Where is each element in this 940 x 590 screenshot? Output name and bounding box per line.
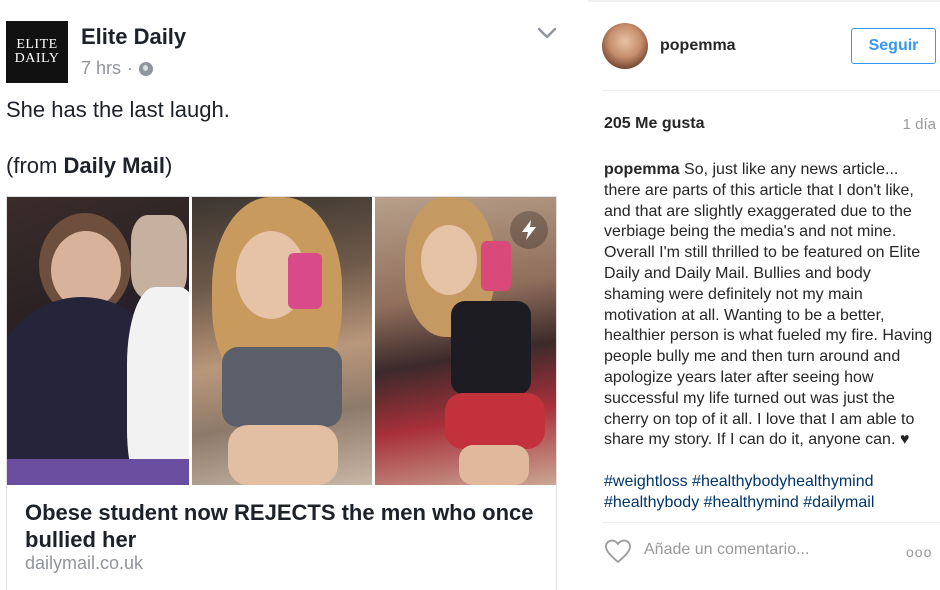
link-preview-image[interactable] <box>7 197 557 485</box>
more-options-icon[interactable]: ooo <box>906 544 932 560</box>
post-meta: 7 hrs · <box>81 58 154 79</box>
footer-divider <box>602 522 940 523</box>
source-suffix: ) <box>164 153 173 178</box>
username-link[interactable]: popemma <box>660 37 736 55</box>
likes-count[interactable]: 205 Me gusta <box>604 115 704 133</box>
caption-text: So, just like any news article... there … <box>604 161 933 449</box>
link-preview-card[interactable]: Obese student now REJECTS the men who on… <box>6 196 557 590</box>
chevron-down-icon[interactable] <box>537 26 557 40</box>
globe-icon <box>139 61 154 76</box>
heart-outline-icon[interactable] <box>604 538 632 564</box>
header-divider <box>602 90 940 91</box>
post-source-line: (from Daily Mail) <box>6 153 172 179</box>
instagram-post-panel: popemma Seguir 205 Me gusta 1 día popemm… <box>588 0 940 590</box>
lightning-bolt-icon[interactable] <box>510 211 548 249</box>
meta-separator: · <box>127 58 134 78</box>
source-prefix: (from <box>6 153 64 178</box>
logo-line-1: ELITE <box>16 37 58 52</box>
after-photo-mirror <box>191 197 373 485</box>
follow-button[interactable]: Seguir <box>851 28 936 64</box>
before-photo <box>7 197 189 485</box>
page-name-link[interactable]: Elite Daily <box>81 24 186 50</box>
post-time[interactable]: 1 día <box>903 116 936 133</box>
source-name: Daily Mail <box>63 153 165 178</box>
top-divider <box>588 0 940 2</box>
comment-input[interactable]: Añade un comentario... <box>644 541 809 559</box>
avatar[interactable] <box>602 23 648 69</box>
link-headline[interactable]: Obese student now REJECTS the men who on… <box>25 499 545 553</box>
link-domain: dailymail.co.uk <box>25 553 144 573</box>
caption: popemma So, just like any news article..… <box>604 160 934 451</box>
hashtags[interactable]: #weightloss #healthybodyhealthymind #hea… <box>604 472 934 514</box>
caption-username[interactable]: popemma <box>604 161 680 178</box>
post-timestamp[interactable]: 7 hrs <box>81 58 121 79</box>
logo-line-2: DAILY <box>14 51 60 66</box>
facebook-post: ELITE DAILY Elite Daily 7 hrs · She has … <box>0 0 576 590</box>
post-text: She has the last laugh. <box>6 97 230 122</box>
page-logo[interactable]: ELITE DAILY <box>6 21 68 83</box>
